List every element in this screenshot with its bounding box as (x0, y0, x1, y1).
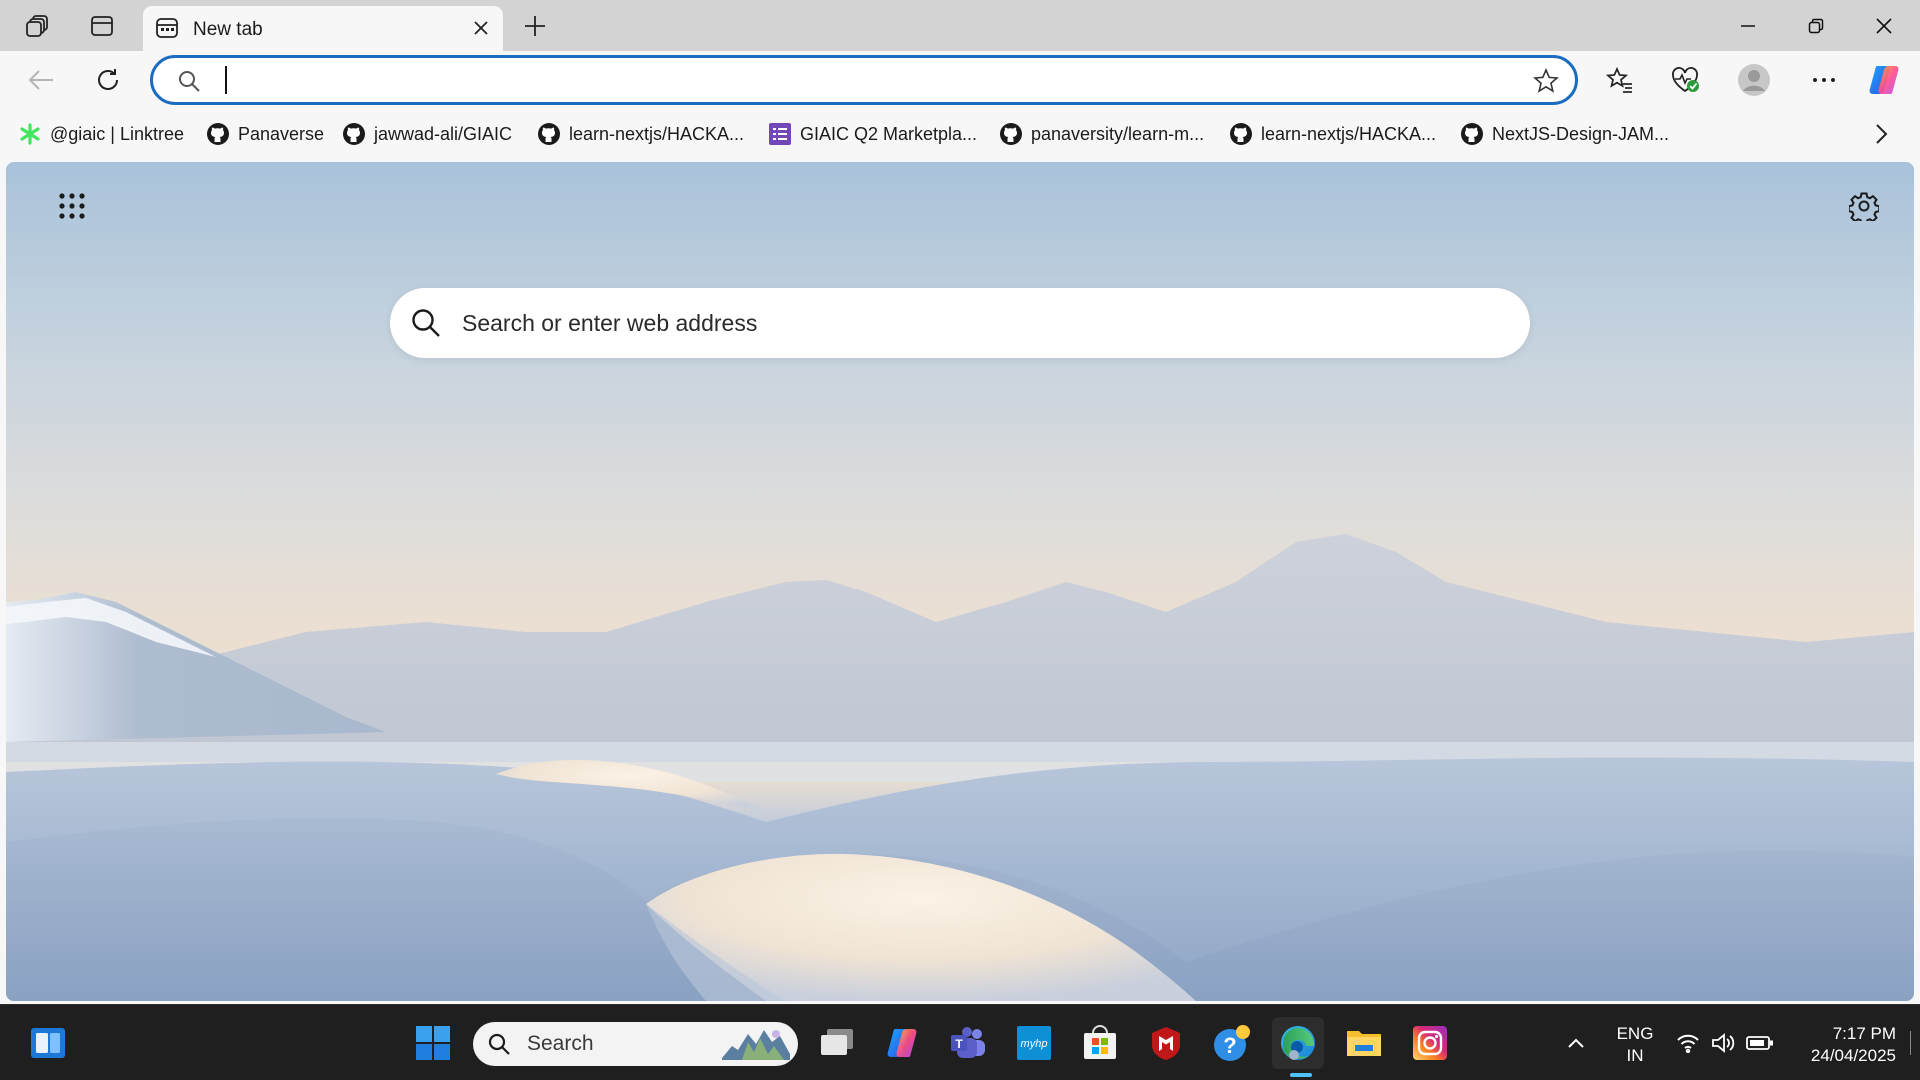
restore-button[interactable] (1782, 0, 1850, 51)
svg-text:myhp: myhp (1021, 1038, 1048, 1050)
chevron-up-icon[interactable] (1562, 1029, 1590, 1057)
svg-text:T: T (955, 1037, 963, 1051)
teams-icon[interactable]: T (942, 1017, 994, 1069)
browser-toolbar (0, 51, 1920, 109)
task-view-icon[interactable] (811, 1017, 863, 1069)
favorite-item[interactable]: NextJS-Design-JAM... (1460, 119, 1669, 149)
linktree-icon (18, 122, 42, 146)
favorite-label: panaversity/learn-m... (1031, 123, 1205, 144)
profile-avatar[interactable] (1732, 58, 1776, 102)
favorite-item[interactable]: panaversity/learn-m... (999, 119, 1204, 149)
mcafee-icon[interactable] (1140, 1017, 1192, 1069)
page-content (0, 159, 1920, 1004)
back-button[interactable] (20, 59, 62, 101)
taskbar-search[interactable]: Search (473, 1022, 798, 1066)
favorite-label: GIAIC Q2 Marketpla... (800, 123, 978, 144)
apps-grid-icon[interactable] (48, 182, 96, 230)
forms-icon (768, 122, 792, 146)
favorite-item[interactable]: GIAIC Q2 Marketpla... (768, 119, 977, 149)
show-desktop-button[interactable] (1910, 1031, 1911, 1055)
favorite-label: jawwad-ali/GIAIC (374, 123, 513, 144)
taskbar-search-label: Search (527, 1032, 594, 1055)
favorite-label: @giaic | Linktree (50, 123, 185, 144)
search-highlight-image (718, 1024, 794, 1064)
workspaces-icon[interactable] (18, 6, 58, 46)
chevron-right-icon[interactable] (1868, 121, 1894, 147)
refresh-button[interactable] (87, 59, 129, 101)
battery-icon[interactable] (1746, 1029, 1774, 1057)
wifi-icon[interactable] (1674, 1029, 1702, 1057)
new-tab-page (6, 162, 1914, 1001)
favorite-label: learn-nextjs/HACKA... (1261, 123, 1437, 144)
clock[interactable]: 7:17 PM 24/04/2025 (1786, 1023, 1896, 1067)
title-bar: New tab (0, 0, 1920, 51)
github-icon (999, 122, 1023, 146)
language-code: ENG (1616, 1024, 1654, 1043)
favorite-item[interactable]: learn-nextjs/HACKA... (1229, 119, 1436, 149)
minimize-button[interactable] (1714, 0, 1782, 51)
more-options-icon[interactable] (1802, 58, 1846, 102)
language-region: IN (1626, 1046, 1644, 1065)
copilot-app-icon[interactable] (876, 1017, 928, 1069)
new-tab-page-icon (155, 16, 179, 40)
favorite-label: learn-nextjs/HACKA... (569, 123, 745, 144)
search-icon (410, 307, 442, 339)
close-window-button[interactable] (1850, 0, 1918, 51)
widgets-icon[interactable] (22, 1017, 74, 1069)
favorites-bar: @giaic | Linktree Panaverse jawwad-ali/G… (0, 109, 1920, 159)
microsoft-store-icon[interactable] (1074, 1017, 1126, 1069)
github-icon (537, 122, 561, 146)
address-input[interactable] (223, 64, 1423, 96)
taskbar: Search T myhp ? ENG IN 7:17 PM 24/04/202… (0, 1004, 1920, 1080)
svg-text:?: ? (1223, 1033, 1236, 1058)
favorite-label: Panaverse (238, 123, 325, 144)
vertical-tabs-icon[interactable] (82, 6, 122, 46)
gear-icon[interactable] (1840, 182, 1888, 230)
favorite-label: NextJS-Design-JAM... (1492, 123, 1670, 144)
tab-title: New tab (193, 19, 263, 40)
copilot-icon[interactable] (1862, 58, 1906, 102)
text-cursor (225, 66, 227, 94)
volume-icon[interactable] (1710, 1029, 1738, 1057)
github-icon (342, 122, 366, 146)
language-indicator[interactable]: ENG IN (1612, 1023, 1658, 1067)
search-icon (177, 69, 201, 93)
get-help-icon[interactable]: ? (1206, 1017, 1258, 1069)
browser-essentials-icon[interactable] (1664, 58, 1708, 102)
close-tab-icon[interactable] (465, 12, 497, 44)
github-icon (1460, 122, 1484, 146)
clock-time: 7:17 PM (1832, 1024, 1896, 1043)
favorite-item[interactable]: learn-nextjs/HACKA... (537, 119, 744, 149)
favorite-item[interactable]: jawwad-ali/GIAIC (342, 119, 512, 149)
ntp-search-box[interactable] (390, 288, 1530, 358)
instagram-icon[interactable] (1404, 1017, 1456, 1069)
add-favorite-star-icon[interactable] (1531, 66, 1561, 96)
favorite-item[interactable]: @giaic | Linktree (18, 119, 184, 149)
github-icon (1229, 122, 1253, 146)
file-explorer-icon[interactable] (1338, 1017, 1390, 1069)
tab-new-tab[interactable]: New tab (143, 6, 503, 51)
myhp-icon[interactable]: myhp (1008, 1017, 1060, 1069)
windows-start-icon[interactable] (407, 1017, 459, 1069)
search-icon (487, 1032, 511, 1056)
new-tab-button[interactable] (515, 6, 555, 46)
ntp-search-input[interactable] (462, 304, 1462, 342)
favorite-item[interactable]: Panaverse (206, 119, 324, 149)
clock-date: 24/04/2025 (1810, 1046, 1896, 1065)
favorites-icon[interactable] (1598, 58, 1642, 102)
address-bar[interactable] (150, 55, 1578, 105)
github-icon (206, 122, 230, 146)
edge-icon[interactable] (1272, 1017, 1324, 1069)
active-app-indicator (1290, 1073, 1312, 1077)
